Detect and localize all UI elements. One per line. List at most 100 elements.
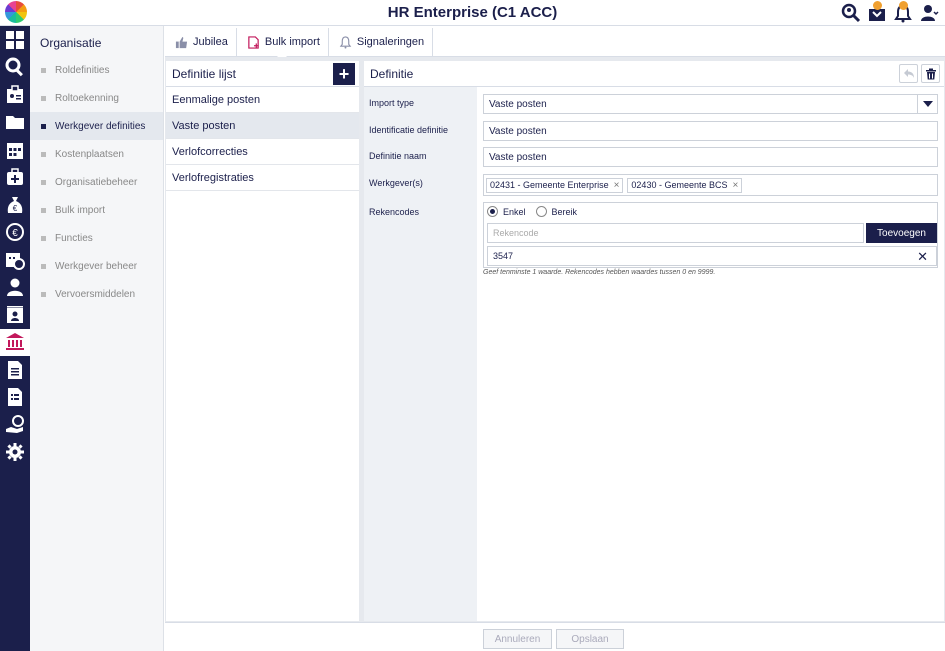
radio-bereik-label: Bereik bbox=[551, 206, 578, 217]
subnav-item-werkgever-beheer[interactable]: Werkgever beheer bbox=[30, 252, 163, 280]
bullet-icon bbox=[41, 123, 46, 129]
svg-text:€: € bbox=[12, 228, 18, 239]
werkgever-label: Werkgever(s) bbox=[369, 178, 423, 188]
identificatie-label: Identificatie definitie bbox=[369, 125, 449, 135]
sub-navigation: Organisatie Roldefinities Roltoekenning … bbox=[30, 26, 164, 651]
rekencodes-label: Rekencodes bbox=[369, 207, 420, 217]
subnav-item-label: Werkgever beheer bbox=[55, 260, 138, 272]
subnav-item-functies[interactable]: Functies bbox=[30, 224, 163, 252]
subnav-item-label: Werkgever definities bbox=[55, 120, 146, 132]
definition-list-header: Definitie lijst + bbox=[166, 61, 359, 87]
top-bar: HR Enterprise (C1 ACC) bbox=[0, 0, 945, 26]
main-nav-rail: € € bbox=[0, 26, 30, 651]
rekencode-input[interactable]: Rekencode bbox=[487, 223, 864, 243]
search-person-icon[interactable] bbox=[841, 3, 861, 23]
chevron-down-icon[interactable] bbox=[917, 95, 937, 113]
list-item[interactable]: Verlofcorrecties bbox=[166, 139, 359, 165]
definition-list-panel: Definitie lijst + Eenmalige posten Vaste… bbox=[166, 61, 359, 621]
werkgever-chip: 02431 - Gemeente Enterprise × bbox=[486, 177, 624, 193]
subnav-item-kostenplaatsen[interactable]: Kostenplaatsen bbox=[30, 140, 163, 168]
money-bag-icon[interactable]: € bbox=[0, 191, 30, 219]
rekencode-mode: Enkel Bereik bbox=[487, 206, 577, 217]
document-icon[interactable] bbox=[0, 356, 30, 384]
add-definition-button[interactable]: + bbox=[333, 62, 355, 85]
tab-label: Signaleringen bbox=[356, 36, 425, 48]
subnav-item-werkgever-definities[interactable]: Werkgever definities bbox=[30, 112, 163, 140]
chip-label: 02431 - Gemeente Enterprise bbox=[490, 180, 609, 190]
header-actions bbox=[899, 64, 940, 83]
subnav-item-roldefinities[interactable]: Roldefinities bbox=[30, 56, 163, 84]
undo-button[interactable] bbox=[899, 64, 918, 83]
inbox-icon[interactable] bbox=[867, 1, 887, 23]
bullet-icon bbox=[41, 67, 46, 73]
remove-chip-icon[interactable]: × bbox=[614, 180, 620, 191]
bullet-icon bbox=[41, 291, 46, 297]
subnav-item-label: Organisatiebeheer bbox=[55, 176, 138, 188]
calendar-clock-icon[interactable] bbox=[0, 246, 30, 274]
toevoegen-button[interactable]: Toevoegen bbox=[866, 223, 937, 243]
list-item[interactable]: Verlofregistraties bbox=[166, 165, 359, 191]
bullet-icon bbox=[41, 95, 46, 101]
id-card-icon[interactable] bbox=[0, 81, 30, 109]
subnav-item-label: Roltoekenning bbox=[55, 92, 119, 104]
remove-chip-icon[interactable]: × bbox=[732, 180, 738, 191]
folder-icon[interactable] bbox=[0, 109, 30, 137]
import-type-label: Import type bbox=[369, 98, 415, 108]
euro-coin-icon[interactable]: € bbox=[0, 219, 30, 247]
definition-detail-title: Definitie bbox=[370, 66, 414, 81]
rekencode-row: 3547 ✕ bbox=[487, 246, 937, 266]
svg-text:€: € bbox=[13, 204, 18, 213]
tab-jubilea[interactable]: Jubilea bbox=[165, 28, 237, 56]
bullet-icon bbox=[41, 235, 46, 241]
werkgever-multiselect[interactable]: 02431 - Gemeente Enterprise × 02430 - Gem… bbox=[483, 174, 938, 196]
bullet-icon bbox=[41, 207, 46, 213]
subnav-item-vervoersmiddelen[interactable]: Vervoersmiddelen bbox=[30, 280, 163, 308]
footer-bar: Annuleren Opslaan bbox=[165, 622, 945, 651]
dashboard-icon[interactable] bbox=[0, 26, 30, 54]
app-title: HR Enterprise (C1 ACC) bbox=[387, 4, 558, 21]
subnav-item-label: Vervoersmiddelen bbox=[55, 288, 136, 300]
subnav-item-organisatiebeheer[interactable]: Organisatiebeheer bbox=[30, 168, 163, 196]
contact-card-icon[interactable] bbox=[0, 301, 30, 329]
subnav-item-roltoekenning[interactable]: Roltoekenning bbox=[30, 84, 163, 112]
bell-icon[interactable] bbox=[893, 1, 913, 23]
notification-badge bbox=[873, 1, 882, 10]
rekencode-value: 3547 bbox=[493, 251, 514, 261]
definitie-naam-input[interactable]: Vaste posten bbox=[483, 147, 938, 167]
list-item[interactable]: Vaste posten bbox=[166, 113, 359, 139]
close-icon[interactable]: ✕ bbox=[917, 249, 928, 265]
list-item[interactable]: Eenmalige posten bbox=[166, 87, 359, 113]
cancel-button[interactable]: Annuleren bbox=[483, 629, 552, 649]
bullet-icon bbox=[41, 151, 46, 157]
identificatie-input[interactable]: Vaste posten bbox=[483, 121, 938, 141]
radio-bereik[interactable] bbox=[535, 206, 547, 217]
undo-icon bbox=[903, 68, 914, 78]
definition-detail-panel: Definitie Import type Vaste posten Ident… bbox=[364, 61, 944, 621]
document-plus-icon bbox=[248, 35, 259, 49]
person-icon[interactable] bbox=[0, 274, 30, 302]
tab-bulk-import[interactable]: Bulk import bbox=[237, 28, 329, 61]
bank-icon[interactable] bbox=[0, 328, 30, 356]
user-icon[interactable] bbox=[919, 3, 939, 23]
subnav-item-bulk-import[interactable]: Bulk import bbox=[30, 196, 163, 224]
thumbs-up-icon bbox=[175, 36, 188, 48]
delete-button[interactable] bbox=[921, 64, 940, 83]
radio-enkel[interactable] bbox=[487, 206, 498, 217]
document-list-icon[interactable] bbox=[0, 384, 30, 412]
medical-kit-icon[interactable] bbox=[0, 164, 30, 192]
save-button[interactable]: Opslaan bbox=[556, 629, 624, 649]
import-type-select[interactable]: Vaste posten bbox=[483, 94, 938, 114]
tab-signaleringen[interactable]: Signaleringen bbox=[329, 28, 434, 56]
search-icon[interactable] bbox=[0, 54, 30, 82]
gear-icon[interactable] bbox=[0, 439, 30, 467]
rekencodes-hint: Geef tenminste 1 waarde. Rekencodes hebb… bbox=[483, 269, 716, 276]
rekencodes-box: Enkel Bereik Rekencode Toevoegen 3547 ✕ bbox=[483, 202, 938, 268]
bullet-icon bbox=[41, 263, 46, 269]
bullet-icon bbox=[41, 179, 46, 185]
subnav-item-label: Bulk import bbox=[55, 204, 106, 216]
calendar-icon[interactable] bbox=[0, 136, 30, 164]
import-type-value: Vaste posten bbox=[489, 98, 547, 110]
trash-icon bbox=[925, 68, 936, 79]
hand-coin-icon[interactable] bbox=[0, 411, 30, 439]
subnav-item-label: Roldefinities bbox=[55, 64, 110, 76]
